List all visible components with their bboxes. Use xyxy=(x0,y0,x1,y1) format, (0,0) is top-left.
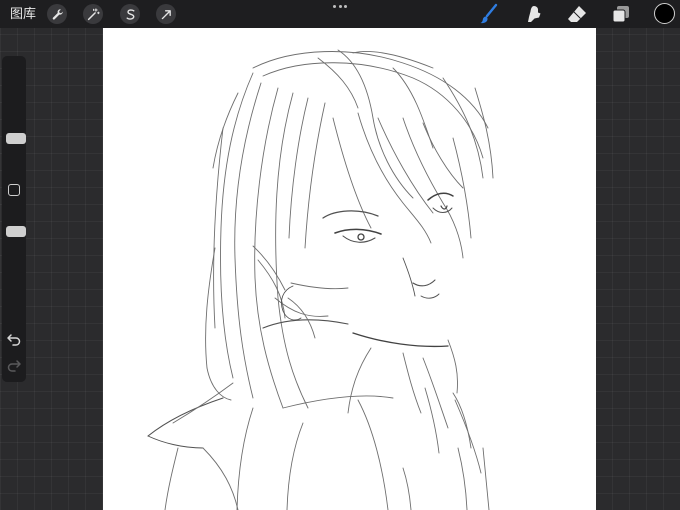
transform-arrow-icon xyxy=(161,9,171,19)
gallery-button[interactable]: 图库 xyxy=(10,6,36,22)
opacity-thumb[interactable] xyxy=(6,226,26,237)
color-picker-swatch[interactable] xyxy=(654,3,675,24)
layers-icon xyxy=(612,6,629,23)
wrench-icon xyxy=(52,8,63,20)
undo-icon xyxy=(7,334,21,346)
adjustments-button[interactable] xyxy=(83,4,103,24)
paint-tool[interactable] xyxy=(478,3,500,25)
smudge-icon xyxy=(528,6,541,22)
top-toolbar: 图库 xyxy=(0,0,680,28)
redo-button[interactable] xyxy=(6,357,22,373)
modify-button[interactable] xyxy=(8,184,20,196)
undo-button[interactable] xyxy=(6,331,22,347)
drawing-canvas[interactable] xyxy=(103,28,596,510)
actions-button[interactable] xyxy=(47,4,67,24)
brush-size-thumb[interactable] xyxy=(6,133,26,144)
eraser-icon xyxy=(568,6,586,22)
smudge-tool[interactable] xyxy=(523,3,545,25)
layers-button[interactable] xyxy=(610,3,632,25)
left-sidebar xyxy=(2,56,26,382)
sketch-artwork xyxy=(147,49,494,510)
more-options-dots[interactable] xyxy=(333,5,347,11)
opacity-slider[interactable] xyxy=(4,206,26,316)
brush-size-slider[interactable] xyxy=(4,64,26,174)
selection-s-icon xyxy=(126,8,134,20)
transform-button[interactable] xyxy=(156,4,176,24)
selection-button[interactable] xyxy=(120,4,140,24)
redo-icon xyxy=(7,360,21,372)
eraser-tool[interactable] xyxy=(566,3,588,25)
magic-wand-icon xyxy=(87,7,100,20)
brush-icon xyxy=(480,3,498,24)
